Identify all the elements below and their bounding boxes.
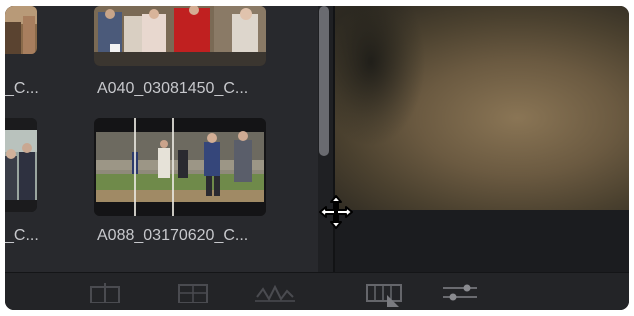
scrollbar-thumb[interactable] bbox=[319, 6, 329, 156]
media-pool-panel: _C... A040_03081450_C... _C... A088_0317… bbox=[5, 6, 318, 272]
scrub-marker bbox=[134, 118, 136, 216]
panel-resize-divider[interactable] bbox=[333, 6, 335, 310]
sliders-icon[interactable] bbox=[441, 283, 479, 303]
viewer-image-shadow bbox=[335, 6, 425, 146]
clip-image bbox=[94, 118, 266, 216]
move-cursor-icon bbox=[319, 195, 353, 229]
clip-thumbnail-bottom-left[interactable] bbox=[5, 118, 37, 212]
clip-image bbox=[5, 118, 37, 212]
clip-thumbnail-top-right[interactable] bbox=[94, 6, 266, 66]
clip-image bbox=[5, 6, 37, 54]
bottom-toolbar bbox=[5, 272, 629, 310]
viewer-empty-area bbox=[335, 210, 629, 272]
clip-view-icon[interactable] bbox=[87, 283, 123, 303]
scrub-marker bbox=[172, 118, 174, 216]
clip-image bbox=[94, 6, 266, 66]
waveform-icon[interactable] bbox=[255, 283, 295, 303]
clip-name: A088_03170620_C... bbox=[97, 227, 249, 244]
clip-thumbnail-bottom-right[interactable] bbox=[94, 118, 266, 216]
resolve-window: _C... A040_03081450_C... _C... A088_0317… bbox=[5, 6, 629, 310]
clip-name: _C... bbox=[5, 227, 39, 244]
viewer-frame-icon[interactable] bbox=[177, 281, 209, 303]
timeline-grid-icon[interactable] bbox=[365, 281, 405, 307]
clip-thumbnail-top-left[interactable] bbox=[5, 6, 37, 54]
clip-name: _C... bbox=[5, 80, 39, 97]
clip-name: A040_03081450_C... bbox=[97, 80, 249, 97]
